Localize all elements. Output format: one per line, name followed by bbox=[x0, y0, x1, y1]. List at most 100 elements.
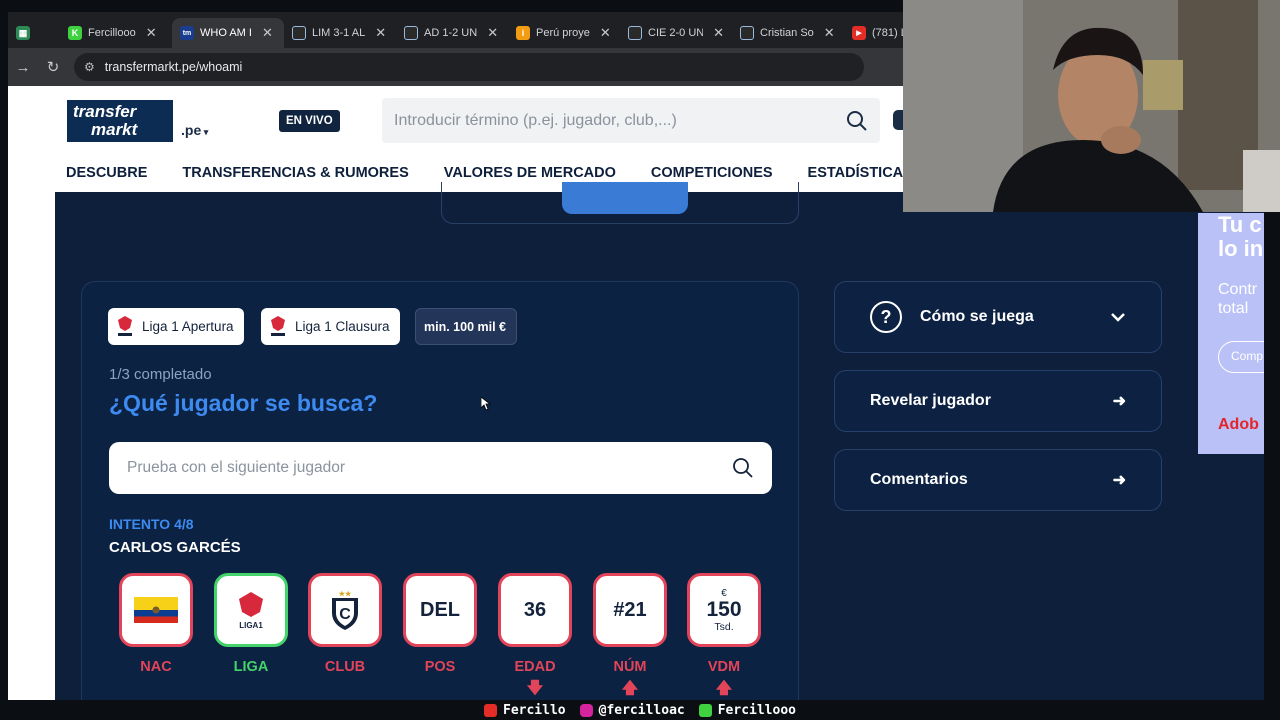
logo-line1: transfer bbox=[73, 102, 137, 121]
guess-input[interactable]: Prueba con el siguiente jugador bbox=[109, 442, 772, 494]
country-selector[interactable]: .pe ▾ bbox=[181, 122, 208, 138]
ad-headline-1: Tu c bbox=[1218, 213, 1262, 237]
tab-desafio-diario[interactable] bbox=[562, 182, 688, 214]
ad-cta-button[interactable]: Comp bbox=[1218, 341, 1264, 373]
tab-title: Perú proye bbox=[536, 27, 590, 39]
social-kick: Fercillooo bbox=[698, 703, 796, 718]
browser-tab[interactable]: K Fercillooo ✕ bbox=[60, 18, 172, 48]
globe-icon bbox=[292, 26, 306, 40]
close-icon[interactable]: ✕ bbox=[824, 25, 835, 41]
arrow-right-icon: ➜ bbox=[1112, 393, 1126, 410]
live-badge[interactable]: EN VIVO bbox=[279, 110, 340, 132]
close-icon[interactable]: ✕ bbox=[375, 25, 386, 41]
reveal-label: Revelar jugador bbox=[870, 392, 991, 409]
browser-tab[interactable]: CIE 2-0 UN ✕ bbox=[620, 18, 732, 48]
nav-descubre[interactable]: DESCUBRE bbox=[66, 165, 147, 181]
hint-club: ★★ C bbox=[308, 573, 382, 647]
guessed-player-name: CARLOS GARCÉS bbox=[109, 539, 241, 556]
question-icon: ? bbox=[870, 301, 902, 333]
tab-title: AD 1-2 UN bbox=[424, 27, 478, 39]
search-icon[interactable] bbox=[732, 457, 754, 479]
reload-icon[interactable]: ↻ bbox=[38, 58, 68, 76]
tab-title: (781) L bbox=[872, 27, 903, 39]
how-to-play-label: Cómo se juega bbox=[920, 308, 1034, 325]
browser-tab[interactable]: ▶ (781) L bbox=[844, 18, 903, 48]
hint-value: 36 bbox=[523, 598, 547, 621]
globe-icon bbox=[740, 26, 754, 40]
page-left-margin bbox=[8, 86, 55, 700]
nav-competiciones[interactable]: COMPETICIONES bbox=[651, 165, 773, 181]
svg-text:LIGA1: LIGA1 bbox=[239, 621, 263, 630]
transfermarkt-icon: tm bbox=[180, 26, 194, 40]
close-icon[interactable]: ✕ bbox=[487, 25, 498, 41]
nav-estadisticas[interactable]: ESTADÍSTICAS bbox=[808, 165, 913, 181]
youtube-icon bbox=[484, 703, 497, 717]
hint-value: 150 bbox=[706, 597, 742, 621]
browser-tab-bar: ▦ K Fercillooo ✕ tm WHO AM I ✕ LIM 3-1 A… bbox=[8, 12, 903, 48]
filter-label: min. 100 mil € bbox=[424, 319, 506, 334]
hint-label-nac: NAC bbox=[140, 659, 172, 675]
tab-group-icon[interactable]: ▦ bbox=[8, 18, 36, 48]
streamer-socials: Fercillo @fercilloac Fercillooo bbox=[0, 700, 1280, 720]
search-icon[interactable] bbox=[846, 110, 868, 132]
browser-tab[interactable]: Cristian So ✕ bbox=[732, 18, 844, 48]
close-icon[interactable]: ✕ bbox=[262, 25, 273, 41]
progress-text: 1/3 completado bbox=[109, 366, 212, 383]
reveal-player-button[interactable]: Revelar jugador ➜ bbox=[834, 370, 1162, 432]
liga1-logo-icon bbox=[271, 315, 285, 336]
svg-text:C: C bbox=[339, 606, 351, 623]
close-icon[interactable]: ✕ bbox=[146, 25, 157, 41]
club-crest-icon: ★★ C bbox=[332, 590, 358, 630]
browser-tab-active[interactable]: tm WHO AM I ✕ bbox=[172, 18, 284, 48]
site-settings-icon[interactable]: ⚙ bbox=[84, 60, 95, 74]
site-search-input[interactable]: Introducir término (p.ej. jugador, club,… bbox=[382, 98, 880, 143]
social-handle: @fercilloac bbox=[598, 702, 685, 718]
hint-position: DEL bbox=[403, 573, 477, 647]
browser-tab[interactable]: LIM 3-1 AL ✕ bbox=[284, 18, 396, 48]
filter-liga1-apertura[interactable]: Liga 1 Apertura bbox=[108, 308, 244, 345]
address-bar[interactable]: ⚙ transfermarkt.pe/whoami bbox=[74, 53, 864, 81]
hint-unit: Tsd. bbox=[714, 620, 734, 633]
forward-icon[interactable]: → bbox=[8, 59, 38, 76]
ad-body-2: total bbox=[1218, 300, 1249, 317]
user-icon[interactable] bbox=[893, 110, 903, 130]
liga1-logo-icon: LIGA1 bbox=[239, 592, 263, 630]
liga1-logo-icon bbox=[118, 315, 132, 336]
close-icon[interactable]: ✕ bbox=[713, 25, 724, 41]
arrow-right-icon: ➜ bbox=[1112, 472, 1126, 489]
webcam-overlay bbox=[903, 0, 1280, 212]
hint-currency: € bbox=[721, 587, 727, 599]
hint-label-club: CLUB bbox=[324, 659, 366, 675]
comments-label: Comentarios bbox=[870, 471, 968, 488]
arrow-up-icon: 🡅 bbox=[621, 680, 639, 697]
close-icon[interactable]: ✕ bbox=[600, 25, 611, 41]
page-title: ¿Qué jugador se busca? bbox=[109, 390, 378, 416]
social-youtube: Fercillo bbox=[484, 703, 566, 718]
advertisement[interactable]: Tu c lo in Contr total Comp Adob bbox=[1198, 213, 1264, 454]
filter-label: Liga 1 Apertura bbox=[142, 319, 234, 334]
url-text: transfermarkt.pe/whoami bbox=[104, 60, 243, 74]
tab-title: WHO AM I bbox=[200, 27, 252, 39]
chevron-down-icon: ▾ bbox=[201, 127, 209, 137]
social-handle: Fercillo bbox=[503, 702, 566, 718]
site-header: transfer markt .pe ▾ EN VIVO Introducir … bbox=[55, 86, 903, 154]
social-instagram: @fercilloac bbox=[579, 702, 685, 718]
comments-button[interactable]: Comentarios ➜ bbox=[834, 449, 1162, 511]
browser-tab[interactable]: i Perú proye ✕ bbox=[508, 18, 620, 48]
hint-value: #21 bbox=[613, 598, 647, 621]
tab-title: Cristian So bbox=[760, 27, 814, 39]
ecuador-flag-icon bbox=[134, 597, 178, 623]
hint-value: DEL bbox=[420, 598, 460, 621]
transfermarkt-logo[interactable]: transfer markt bbox=[67, 100, 173, 142]
hint-label-edad: EDAD bbox=[514, 659, 556, 675]
nav-transferencias[interactable]: TRANSFERENCIAS & RUMORES bbox=[182, 165, 408, 181]
guess-placeholder: Prueba con el siguiente jugador bbox=[127, 459, 346, 476]
tld-text: .pe bbox=[181, 122, 202, 138]
nav-valores[interactable]: VALORES DE MERCADO bbox=[444, 165, 616, 181]
how-to-play-accordion[interactable]: ? Cómo se juega bbox=[834, 281, 1162, 353]
filter-liga1-clausura[interactable]: Liga 1 Clausura bbox=[261, 308, 400, 345]
filter-min-value[interactable]: min. 100 mil € bbox=[415, 308, 517, 345]
webcam-image bbox=[903, 0, 1280, 212]
game-card: Liga 1 Apertura Liga 1 Clausura min. 100… bbox=[81, 281, 799, 700]
browser-tab[interactable]: AD 1-2 UN ✕ bbox=[396, 18, 508, 48]
